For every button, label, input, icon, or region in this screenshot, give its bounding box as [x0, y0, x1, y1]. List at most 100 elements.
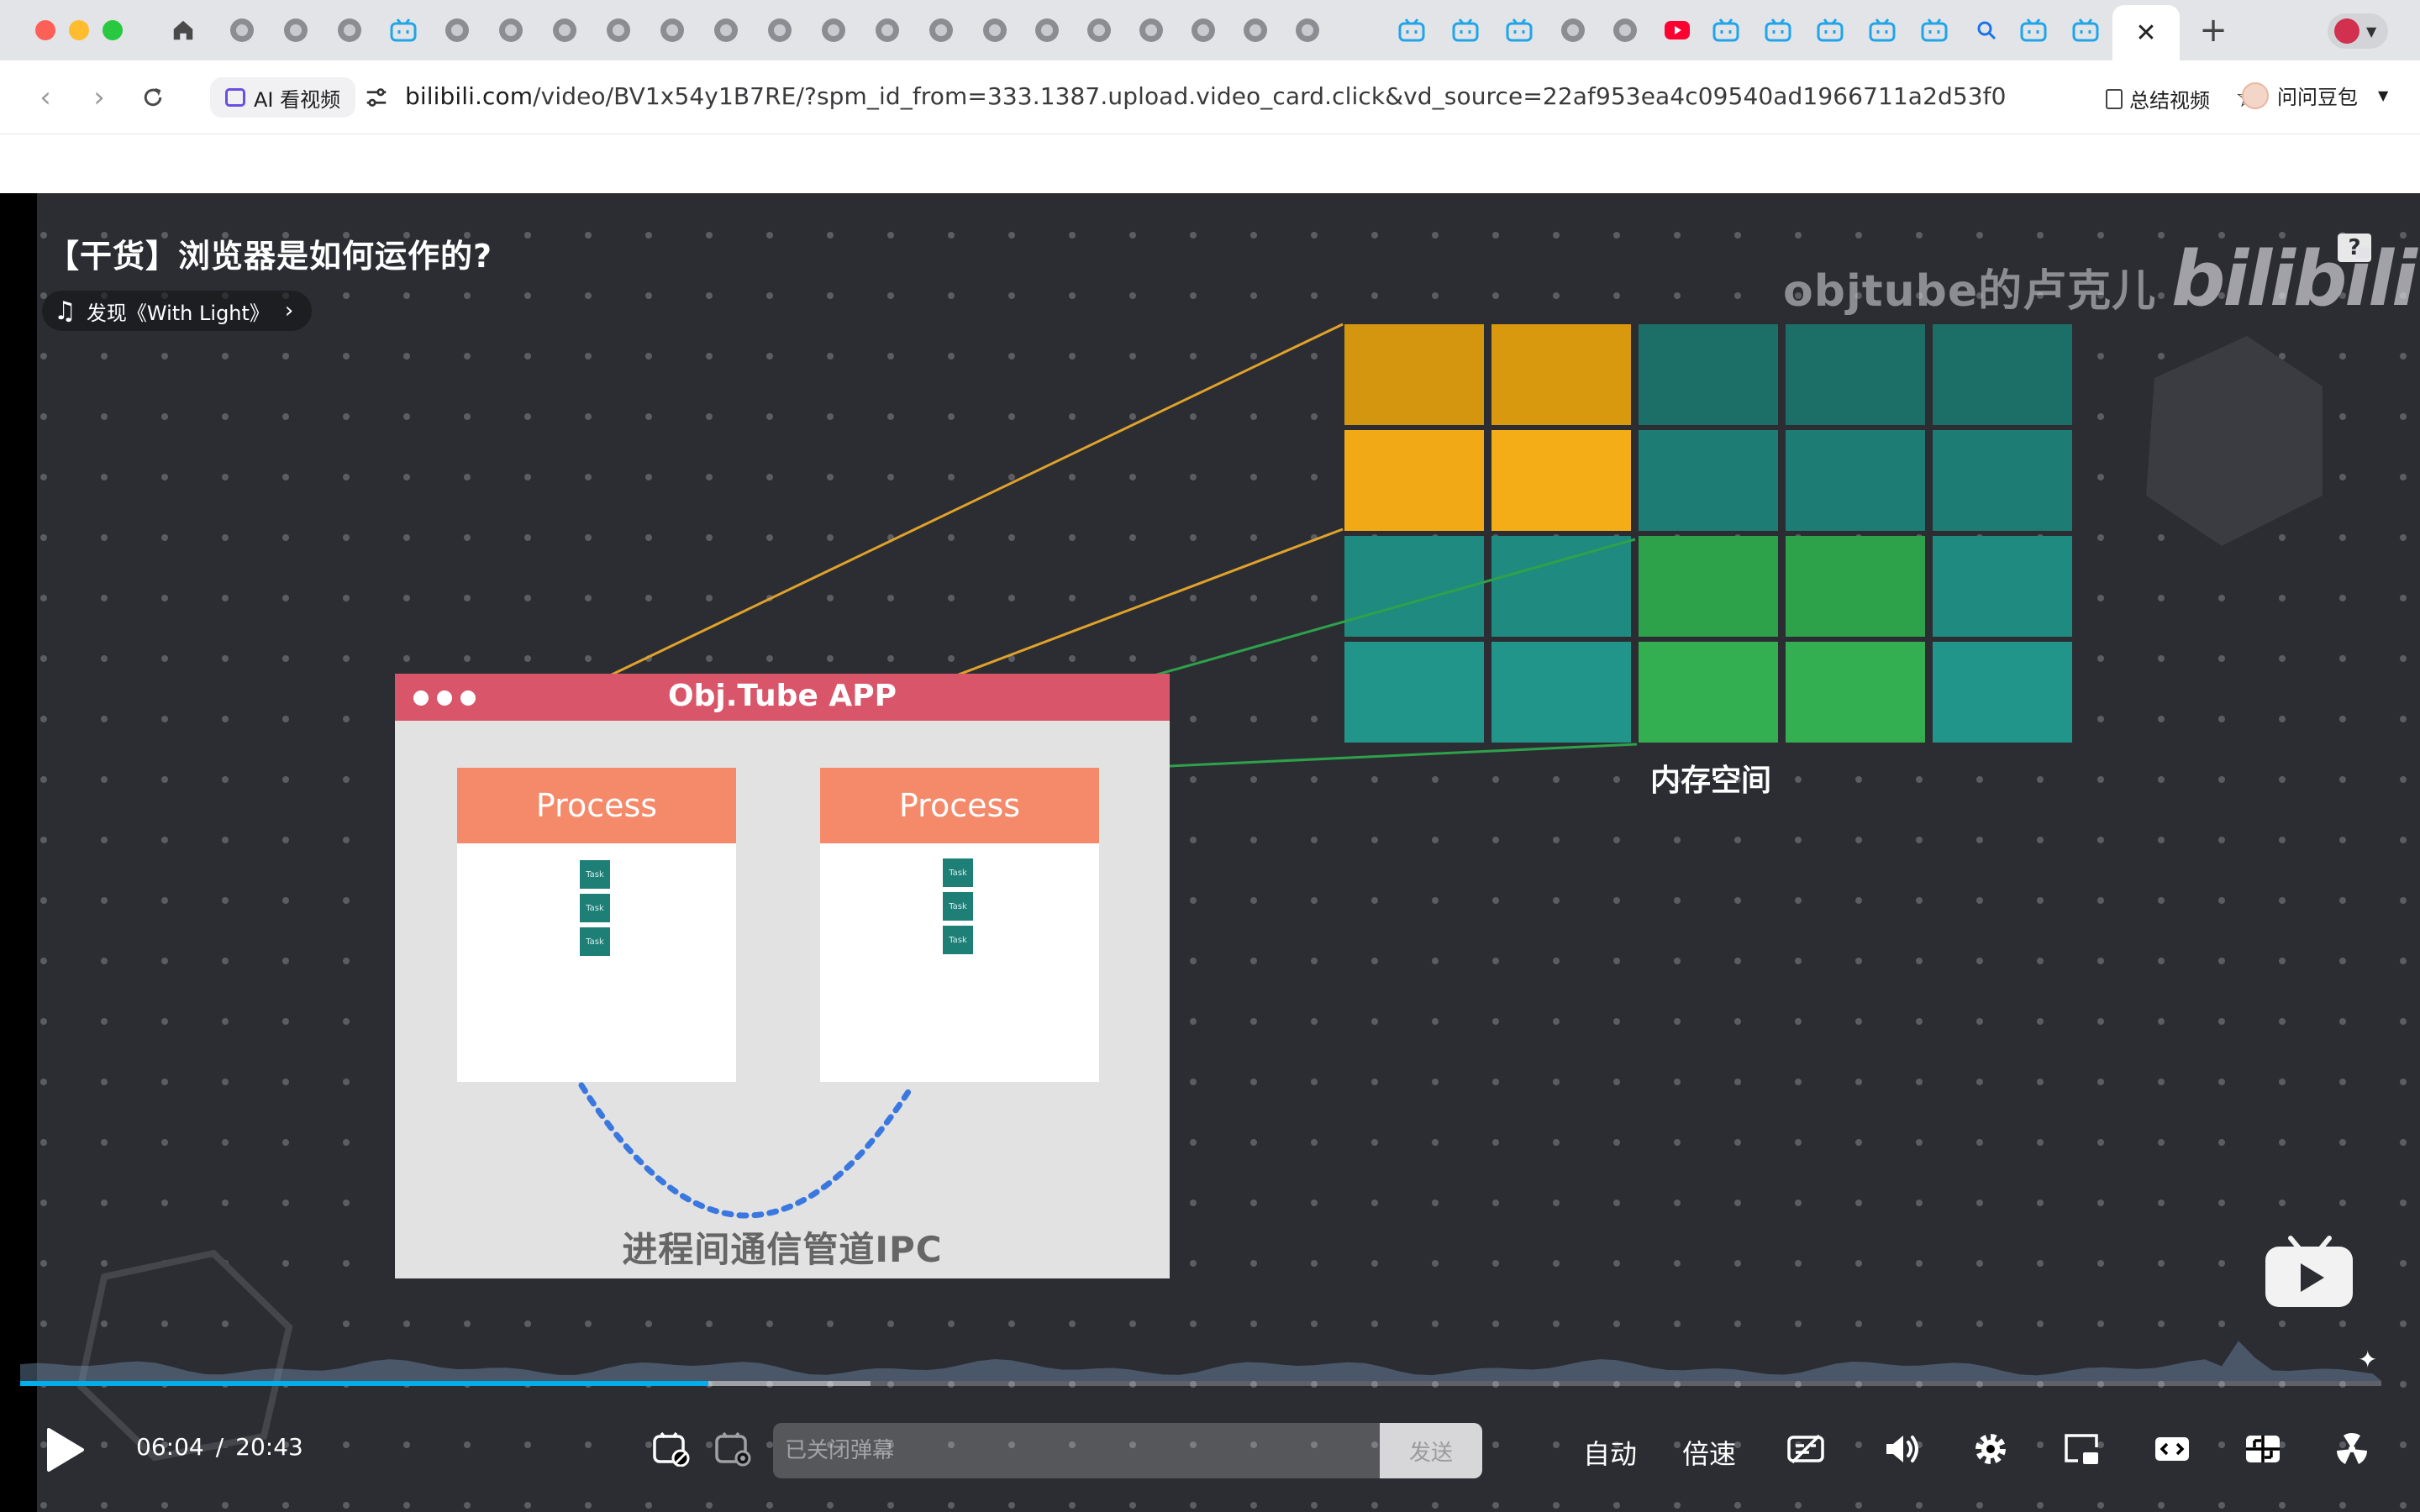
site-settings-icon[interactable] — [361, 82, 392, 113]
globe-icon[interactable] — [818, 15, 849, 45]
picture-in-picture-icon[interactable] — [2060, 1428, 2102, 1470]
back-button[interactable]: ‹ — [27, 79, 64, 116]
settings-gear-icon[interactable] — [1970, 1428, 2012, 1470]
bilibili-tab-icon[interactable] — [1763, 15, 1793, 45]
memory-cell — [1933, 324, 2072, 425]
home-icon[interactable] — [168, 15, 198, 45]
memory-cell — [1786, 642, 1925, 743]
quality-button[interactable]: 自动 — [1583, 1433, 1637, 1472]
globe-icon[interactable] — [1032, 15, 1062, 45]
current-time: 06:04 — [136, 1433, 204, 1461]
fullscreen-icon[interactable] — [2331, 1428, 2373, 1470]
progress-played — [20, 1381, 709, 1386]
memory-cell — [1639, 430, 1778, 531]
globe-icon[interactable] — [765, 15, 795, 45]
doubao-label: 问问豆包 — [2277, 86, 2358, 109]
globe-icon[interactable] — [334, 15, 365, 45]
globe-icon[interactable] — [1188, 15, 1218, 45]
zoom-window-button[interactable] — [103, 20, 123, 40]
globe-icon[interactable] — [1558, 15, 1588, 45]
globe-icon[interactable] — [281, 15, 311, 45]
bilibili-tab-icon[interactable] — [388, 15, 418, 45]
ai-watch-video-chip[interactable]: AI 看视频 — [210, 77, 356, 118]
globe-icon[interactable] — [1240, 15, 1270, 45]
bilibili-tab-icon[interactable] — [2018, 15, 2049, 45]
close-window-button[interactable] — [35, 20, 55, 40]
bilibili-tab-icon[interactable] — [2070, 15, 2101, 45]
volume-icon[interactable] — [1881, 1428, 1923, 1470]
globe-icon[interactable] — [1136, 15, 1166, 45]
memory-cell — [1344, 324, 1484, 425]
address-bar[interactable]: AI 看视频 bilibili.com/video/BV1x54y1B7RE/?… — [197, 72, 2260, 123]
globe-icon[interactable] — [657, 15, 687, 45]
bilibili-tv-icon[interactable] — [2262, 1235, 2356, 1310]
web-fullscreen-icon[interactable] — [2242, 1428, 2284, 1470]
danmaku-settings-icon[interactable] — [714, 1431, 753, 1467]
heatmap-wave — [20, 1341, 2381, 1381]
music-note-icon: ♫ — [54, 296, 76, 326]
memory-cell — [1933, 536, 2072, 637]
progress-bar[interactable] — [20, 1381, 2381, 1386]
bilibili-tab-icon[interactable] — [1919, 15, 1949, 45]
sparkle-icon: ✦ — [2358, 1346, 2378, 1373]
globe-icon[interactable] — [550, 15, 580, 45]
bilibili-tab-icon[interactable] — [1867, 15, 1897, 45]
bilibili-tab-icon[interactable] — [1450, 15, 1481, 45]
danmaku-toggle-icon[interactable] — [652, 1431, 691, 1467]
globe-icon[interactable] — [603, 15, 634, 45]
memory-cell — [1344, 536, 1484, 637]
memory-cell — [1491, 324, 1631, 425]
time-display: 06:04 / 20:43 — [136, 1433, 303, 1461]
ask-doubao-button[interactable]: 问问豆包 ▼ — [2242, 81, 2388, 110]
memory-cell — [1344, 430, 1484, 531]
bilibili-logo-watermark: bilibili — [2171, 235, 2417, 323]
memory-cell — [1639, 536, 1778, 637]
bilibili-tab-icon[interactable] — [1815, 15, 1845, 45]
profile-avatar — [2334, 18, 2360, 44]
danmaku-input[interactable] — [773, 1423, 1380, 1478]
memory-cell — [1491, 430, 1631, 531]
globe-icon[interactable] — [1610, 15, 1640, 45]
active-tab[interactable]: ✕ — [2112, 5, 2180, 60]
bilibili-tab-icon[interactable] — [1711, 15, 1741, 45]
memory-cell — [1933, 430, 2072, 531]
reload-button[interactable] — [134, 79, 171, 116]
profile-menu-button[interactable]: ▼ — [2328, 13, 2388, 49]
chevron-down-icon[interactable]: ▼ — [2378, 87, 2388, 103]
subtitle-off-icon[interactable] — [1785, 1428, 1827, 1470]
globe-icon[interactable] — [980, 15, 1010, 45]
close-tab-icon[interactable]: ✕ — [2135, 18, 2156, 48]
bilibili-tab-icon[interactable] — [1397, 15, 1427, 45]
widescreen-icon[interactable] — [2151, 1428, 2193, 1470]
bilibili-tab-icon[interactable] — [1504, 15, 1534, 45]
memory-cell — [1786, 324, 1925, 425]
url-text[interactable]: bilibili.com/video/BV1x54y1B7RE/?spm_id_… — [405, 82, 2007, 110]
globe-icon[interactable] — [926, 15, 956, 45]
globe-icon[interactable] — [1292, 15, 1323, 45]
globe-icon[interactable] — [711, 15, 741, 45]
memory-cell — [1933, 642, 2072, 743]
minimize-window-button[interactable] — [69, 20, 89, 40]
channel-watermark: objtube的卢克儿 — [1783, 266, 2157, 317]
new-tab-button[interactable]: + — [2195, 11, 2232, 50]
video-player[interactable]: 【干货】浏览器是如何运作的? ♫ 发现《With Light》 › ? objt… — [0, 193, 2420, 1512]
forward-button[interactable]: › — [81, 79, 118, 116]
ai-video-icon — [225, 88, 245, 107]
url-host: bilibili.com — [405, 82, 534, 110]
globe-icon[interactable] — [496, 15, 526, 45]
youtube-icon[interactable] — [1662, 15, 1692, 45]
music-discovery-pill[interactable]: ♫ 发现《With Light》 › — [42, 291, 313, 331]
memory-cell — [1639, 324, 1778, 425]
globe-icon[interactable] — [1084, 15, 1114, 45]
doubao-avatar-icon — [2242, 81, 2269, 109]
summarize-video-button[interactable]: 总结视频 — [2106, 84, 2210, 113]
globe-icon[interactable] — [227, 15, 257, 45]
search-icon[interactable] — [1971, 15, 2002, 45]
memory-cell — [1786, 430, 1925, 531]
send-danmaku-button[interactable]: 发送 — [1380, 1423, 1482, 1478]
globe-icon[interactable] — [442, 15, 472, 45]
play-button[interactable] — [44, 1426, 86, 1473]
playback-speed-button[interactable]: 倍速 — [1682, 1433, 1736, 1472]
summary-label: 总结视频 — [2129, 89, 2210, 113]
globe-icon[interactable] — [872, 15, 902, 45]
